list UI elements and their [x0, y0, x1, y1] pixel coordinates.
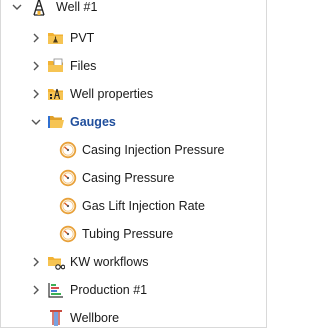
- project-tree: Well #1 PVT Files Well properties Gauges…: [0, 0, 267, 328]
- production-icon: [47, 281, 65, 299]
- tree-node-kw-workflows[interactable]: KW workflows: [1, 248, 266, 276]
- tree-node-gauge-casing-injection-pressure[interactable]: Casing Injection Pressure: [1, 136, 266, 164]
- gauge-icon: [59, 169, 77, 187]
- tree-node-label: Well properties: [70, 87, 154, 101]
- tree-node-label: Well #1: [56, 0, 98, 14]
- tree-node-gauge-casing-pressure[interactable]: Casing Pressure: [1, 164, 266, 192]
- gauge-icon: [59, 197, 77, 215]
- tree-node-label: Gauges: [70, 115, 116, 129]
- chevron-down-icon[interactable]: [11, 1, 23, 13]
- tree-node-gauges[interactable]: Gauges: [1, 108, 266, 136]
- wellbore-icon: [47, 309, 65, 327]
- tree-node-files[interactable]: Files: [1, 52, 266, 80]
- files-folder-icon: [47, 57, 65, 75]
- well-properties-folder-icon: [47, 85, 65, 103]
- tree-node-label: Wellbore: [70, 311, 120, 325]
- tree-node-label: Casing Pressure: [82, 171, 175, 185]
- chevron-right-icon[interactable]: [30, 284, 42, 296]
- tree-node-label: KW workflows: [70, 255, 149, 269]
- chevron-right-icon[interactable]: [30, 256, 42, 268]
- tree-node-label: PVT: [70, 31, 95, 45]
- tree-node-well-properties[interactable]: Well properties: [1, 80, 266, 108]
- tree-node-wellbore[interactable]: Wellbore: [1, 304, 266, 327]
- tree-node-label: Casing Injection Pressure: [82, 143, 225, 157]
- tree-node-gauge-gas-lift-injection-rate[interactable]: Gas Lift Injection Rate: [1, 192, 266, 220]
- tree-node-pvt[interactable]: PVT: [1, 24, 266, 52]
- gauge-icon: [59, 141, 77, 159]
- gauge-icon: [59, 225, 77, 243]
- tree-node-gauge-tubing-pressure[interactable]: Tubing Pressure: [1, 220, 266, 248]
- pvt-folder-icon: [47, 29, 65, 47]
- chevron-right-icon[interactable]: [30, 60, 42, 72]
- tree-node-well-1[interactable]: Well #1: [1, 0, 266, 21]
- tree-node-label: Gas Lift Injection Rate: [82, 199, 205, 213]
- workflow-folder-icon: [47, 253, 65, 271]
- well-derrick-icon: [30, 0, 48, 16]
- gauges-folder-icon: [47, 113, 65, 131]
- tree-node-production-1[interactable]: Production #1: [1, 276, 266, 304]
- chevron-right-icon[interactable]: [30, 32, 42, 44]
- tree-node-label: Tubing Pressure: [82, 227, 174, 241]
- chevron-right-icon[interactable]: [30, 88, 42, 100]
- tree-node-label: Files: [70, 59, 97, 73]
- chevron-down-icon[interactable]: [30, 116, 42, 128]
- tree-node-label: Production #1: [70, 283, 148, 297]
